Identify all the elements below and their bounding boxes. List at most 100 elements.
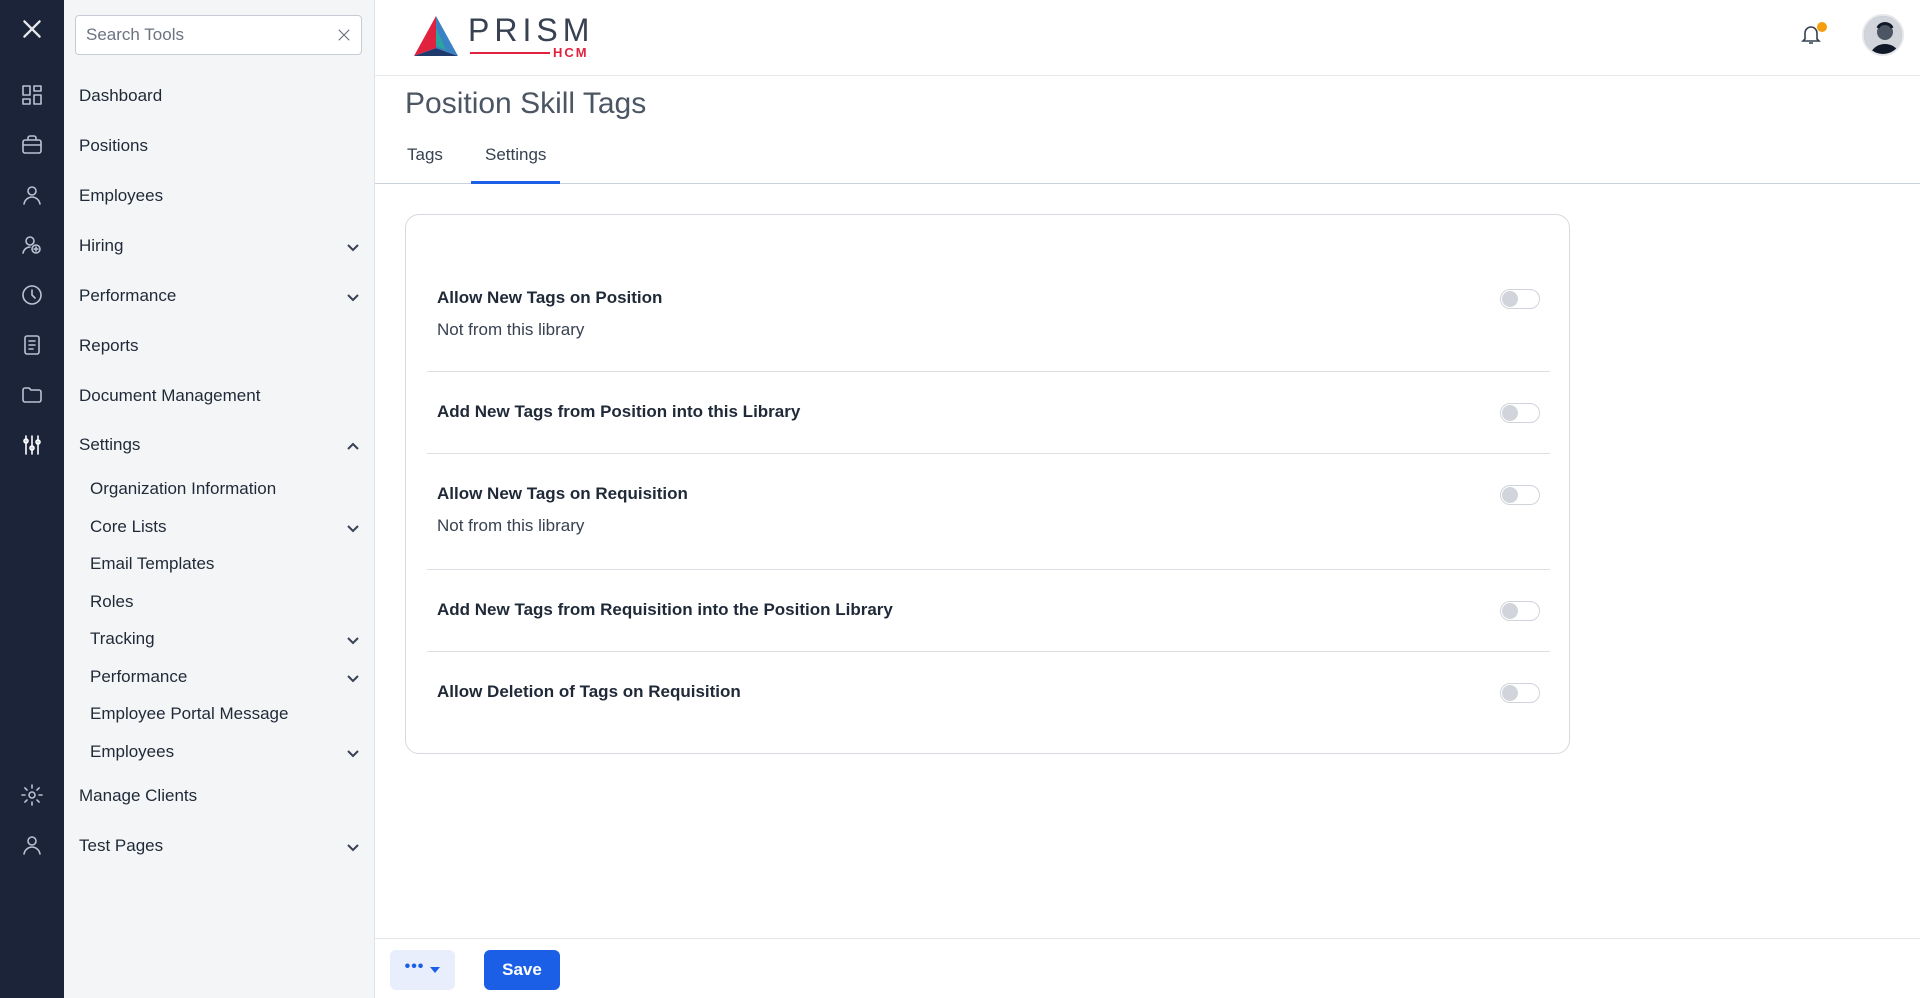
allow-new-tags-requisition-toggle[interactable]	[1500, 485, 1540, 505]
submenu-item-label: Tracking	[90, 629, 155, 648]
chevron-down-icon[interactable]	[346, 839, 360, 853]
menu-item-performance[interactable]: Performance	[79, 281, 369, 311]
submenu-item-label: Employee Portal Message	[90, 704, 289, 723]
allow-new-tags-position-toggle[interactable]	[1500, 289, 1540, 309]
notification-dot	[1817, 22, 1827, 32]
more-dots: •••	[404, 958, 425, 975]
submenu-item-tracking[interactable]: Tracking	[90, 624, 369, 654]
tab-tags[interactable]: Tags	[393, 145, 457, 184]
chevron-down-icon[interactable]	[346, 289, 360, 303]
menu-item-label: Performance	[79, 286, 177, 305]
submenu-item-label: Email Templates	[90, 554, 215, 573]
clear-search-icon[interactable]	[335, 26, 353, 44]
menu-item-label: Positions	[79, 136, 148, 155]
chevron-down-icon[interactable]	[346, 239, 360, 253]
toggle-knob	[1502, 603, 1518, 619]
setting-description: Not from this library	[437, 320, 585, 339]
menu-item-label: Document Management	[79, 386, 261, 405]
submenu-item-label: Employees	[90, 742, 175, 761]
menu-item-dashboard[interactable]: Dashboard	[79, 81, 369, 111]
chevron-down-icon[interactable]	[346, 520, 360, 534]
setting-label: Allow New Tags on Requisition	[437, 484, 688, 503]
toggle-knob	[1502, 487, 1518, 503]
add-tags-position-library-toggle[interactable]	[1500, 403, 1540, 423]
menu-item-manage-clients[interactable]: Manage Clients	[79, 781, 369, 811]
prism-hcm-logo[interactable]: PRISM HCM	[412, 12, 595, 62]
menu-item-label: Employees	[79, 186, 164, 205]
menu-item-label: Hiring	[79, 236, 124, 255]
hiring-icon[interactable]	[17, 230, 47, 260]
user-avatar[interactable]	[1862, 14, 1904, 56]
reports-icon[interactable]	[17, 330, 47, 360]
submenu-item-label: Performance	[90, 667, 188, 686]
settings-sliders-icon[interactable]	[17, 430, 47, 460]
setting-row: Allow Deletion of Tags on Requisition	[427, 652, 1550, 734]
chevron-up-icon[interactable]	[346, 438, 360, 452]
setting-label: Add New Tags from Requisition into the P…	[437, 600, 893, 619]
setting-label: Add New Tags from Position into this Lib…	[437, 402, 801, 421]
menu-item-document-management[interactable]: Document Management	[79, 381, 369, 411]
search-box	[75, 15, 362, 55]
performance-icon[interactable]	[17, 280, 47, 310]
menu-item-label: Settings	[79, 435, 141, 454]
notification-bell-icon[interactable]	[1799, 22, 1827, 48]
menu-item-positions[interactable]: Positions	[79, 131, 369, 161]
chevron-down-icon[interactable]	[346, 632, 360, 646]
save-button[interactable]: Save	[484, 950, 560, 990]
dashboard-icon[interactable]	[17, 80, 47, 110]
toggle-knob	[1502, 291, 1518, 307]
caret-down-icon	[430, 967, 441, 973]
page-title: Position Skill Tags	[405, 87, 647, 120]
setting-label: Allow New Tags on Position	[437, 288, 663, 307]
tab-settings[interactable]: Settings	[471, 145, 561, 184]
menu-item-label: Reports	[79, 336, 139, 355]
submenu-item-email-templates[interactable]: Email Templates	[90, 549, 369, 579]
user-icon[interactable]	[17, 180, 47, 210]
submenu-item-performance[interactable]: Performance	[90, 662, 369, 692]
submenu-item-core-lists[interactable]: Core Lists	[90, 512, 369, 542]
menu-item-label: Dashboard	[79, 86, 163, 105]
avatar-image	[1864, 16, 1902, 54]
menu-item-test-pages[interactable]: Test Pages	[79, 831, 369, 861]
setting-row: Allow New Tags on Requisition Not from t…	[427, 454, 1550, 570]
submenu-item-organization-information[interactable]: Organization Information	[90, 474, 369, 504]
submenu-item-employees[interactable]: Employees	[90, 737, 369, 767]
more-actions-button[interactable]: •••	[390, 950, 455, 990]
prism-logo-mark-icon	[414, 16, 458, 56]
submenu-item-employee-portal-message[interactable]: Employee Portal Message	[90, 699, 369, 729]
menu-item-settings[interactable]: Settings	[79, 430, 369, 460]
submenu-item-label: Roles	[90, 592, 134, 611]
chevron-down-icon[interactable]	[346, 745, 360, 759]
menu-item-label: Test Pages	[79, 836, 164, 855]
search-input[interactable]	[76, 16, 316, 54]
menu-item-hiring[interactable]: Hiring	[79, 231, 369, 261]
submenu-item-roles[interactable]: Roles	[90, 587, 369, 617]
menu-item-reports[interactable]: Reports	[79, 331, 369, 361]
menu-item-employees[interactable]: Employees	[79, 181, 369, 211]
action-footer: ••• Save	[375, 938, 1920, 998]
account-icon[interactable]	[17, 830, 47, 860]
chevron-down-icon[interactable]	[346, 670, 360, 684]
setting-row: Add New Tags from Position into this Lib…	[427, 372, 1550, 454]
submenu-item-label: Core Lists	[90, 517, 167, 536]
logo-sub: HCM	[553, 45, 589, 60]
setting-row: Add New Tags from Requisition into the P…	[427, 570, 1550, 652]
toggle-knob	[1502, 405, 1518, 421]
logo-word: PRISM	[468, 12, 595, 48]
add-tags-requisition-library-toggle[interactable]	[1500, 601, 1540, 621]
top-header: PRISM HCM	[375, 0, 1920, 76]
icon-rail	[0, 0, 64, 998]
gear-icon[interactable]	[17, 780, 47, 810]
side-menu: Dashboard Positions Employees Hiring Per…	[64, 0, 375, 998]
settings-card: Allow New Tags on Position Not from this…	[405, 214, 1570, 754]
setting-description: Not from this library	[437, 516, 585, 535]
close-icon[interactable]	[17, 14, 47, 44]
menu-item-label: Manage Clients	[79, 786, 198, 805]
logo-wordmark: PRISM HCM	[468, 12, 595, 60]
toggle-knob	[1502, 685, 1518, 701]
briefcase-icon[interactable]	[17, 130, 47, 160]
logo-underline	[470, 52, 550, 54]
setting-row: Allow New Tags on Position Not from this…	[427, 258, 1550, 372]
folder-icon[interactable]	[17, 380, 47, 410]
allow-deletion-tags-toggle[interactable]	[1500, 683, 1540, 703]
